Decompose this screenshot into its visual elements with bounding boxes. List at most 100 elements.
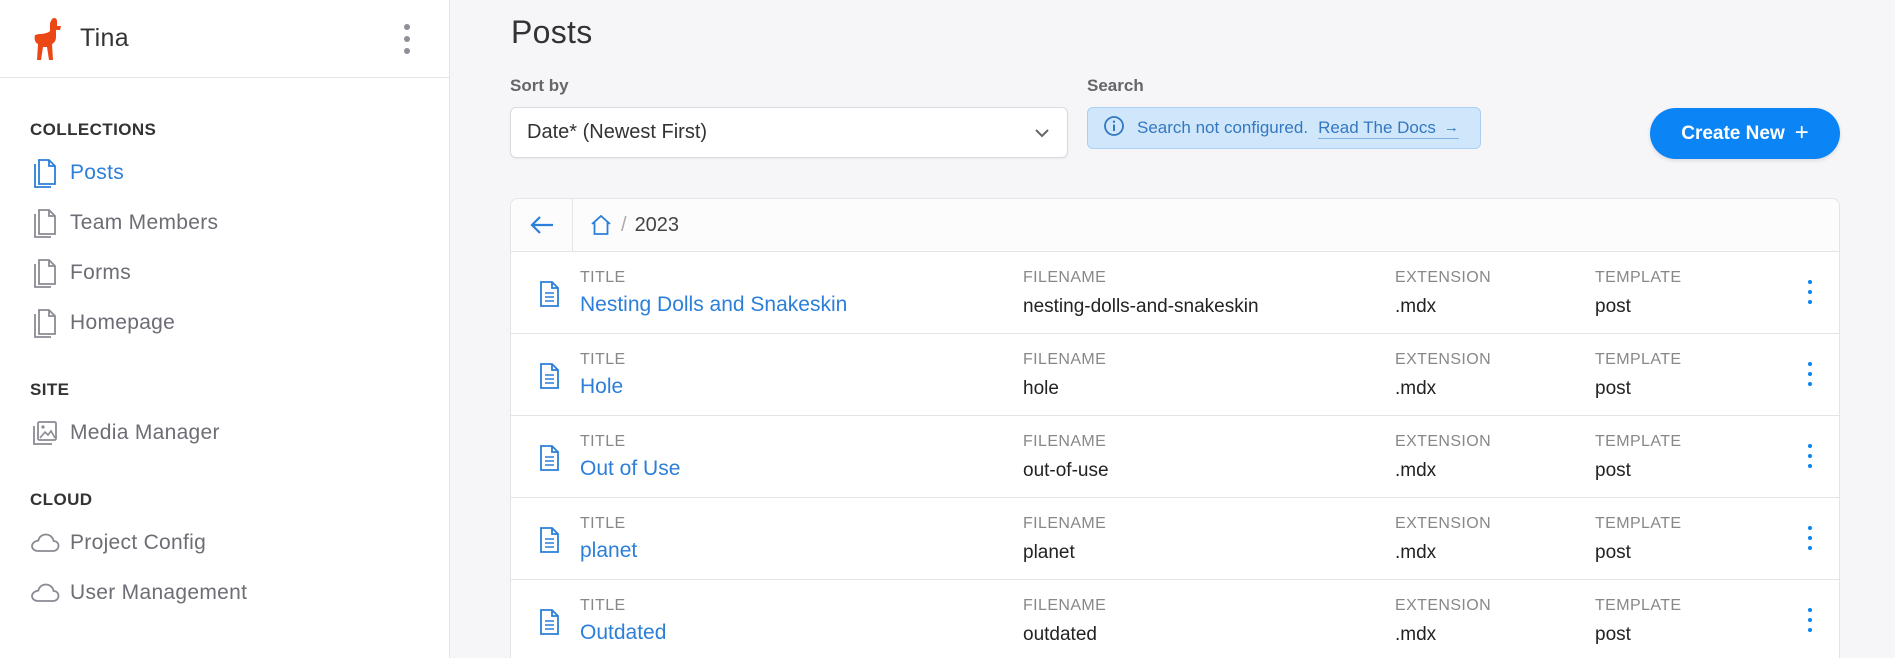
col-filename-header: FILENAME	[1023, 597, 1107, 614]
sidebar-section-collections: COLLECTIONS	[30, 120, 157, 139]
table-row: TITLE Outdated FILENAME outdated EXTENSION…	[511, 580, 1839, 658]
sidebar-item-label: Posts	[70, 161, 125, 184]
row-extension: .mdx	[1395, 460, 1437, 481]
row-menu-icon[interactable]	[1805, 444, 1815, 468]
col-title-header: TITLE	[580, 515, 626, 532]
col-filename-header: FILENAME	[1023, 433, 1107, 450]
page-title: Posts	[511, 14, 593, 50]
read-the-docs-link[interactable]: Read The Docs →	[1318, 118, 1459, 139]
document-text-icon	[537, 280, 561, 313]
row-menu-icon[interactable]	[1805, 280, 1815, 304]
breadcrumb: / 2023	[511, 199, 1839, 252]
sidebar-section-site: SITE	[30, 380, 70, 399]
main-content: Posts Sort by Date* (Newest First) Searc…	[451, 0, 1895, 658]
row-extension: .mdx	[1395, 624, 1437, 645]
sidebar-item-posts[interactable]: Posts	[30, 156, 124, 190]
col-template-header: TEMPLATE	[1595, 597, 1682, 614]
col-title-header: TITLE	[580, 351, 626, 368]
document-table: / 2023 TITLE Nesting Dolls and Snakeskin …	[510, 198, 1840, 658]
row-title-link[interactable]: Nesting Dolls and Snakeskin	[580, 293, 847, 317]
sidebar-item-label: Media Manager	[70, 421, 220, 444]
row-template: post	[1595, 624, 1631, 645]
search-label: Search	[1087, 76, 1144, 95]
col-template-header: TEMPLATE	[1595, 515, 1682, 532]
document-text-icon	[537, 608, 561, 641]
table-row: TITLE Nesting Dolls and Snakeskin FILENAM…	[511, 252, 1839, 334]
chevron-down-icon	[1033, 124, 1051, 147]
col-title-header: TITLE	[580, 433, 626, 450]
sidebar-item-label: Forms	[70, 261, 131, 284]
row-menu-icon[interactable]	[1805, 526, 1815, 550]
sidebar-item-user-management[interactable]: User Management	[30, 576, 247, 610]
col-extension-header: EXTENSION	[1395, 269, 1492, 286]
row-filename: outdated	[1023, 624, 1097, 645]
row-filename: out-of-use	[1023, 460, 1109, 481]
row-filename: nesting-dolls-and-snakeskin	[1023, 296, 1259, 317]
table-row: TITLE Hole FILENAME hole EXTENSION .mdx TEM…	[511, 334, 1839, 416]
row-template: post	[1595, 296, 1631, 317]
row-extension: .mdx	[1395, 296, 1437, 317]
sort-value: Date* (Newest First)	[527, 121, 708, 143]
document-icon	[30, 307, 60, 339]
sidebar-item-homepage[interactable]: Homepage	[30, 306, 175, 340]
app-name: Tina	[80, 24, 129, 52]
sidebar-header: Tina	[0, 0, 449, 78]
tina-llama-logo-icon[interactable]	[30, 17, 68, 61]
row-filename: planet	[1023, 542, 1075, 563]
arrow-right-icon: →	[1443, 119, 1459, 136]
col-extension-header: EXTENSION	[1395, 351, 1492, 368]
search-not-configured-alert: Search not configured. Read The Docs →	[1087, 107, 1481, 149]
sidebar-item-media-manager[interactable]: Media Manager	[30, 416, 220, 450]
home-icon[interactable]	[589, 213, 613, 237]
sidebar-item-label: Project Config	[70, 531, 207, 554]
sidebar-item-project-config[interactable]: Project Config	[30, 526, 206, 560]
sort-select[interactable]: Date* (Newest First)	[510, 107, 1068, 158]
sidebar-item-forms[interactable]: Forms	[30, 256, 131, 290]
sidebar-item-label: User Management	[70, 581, 248, 604]
read-the-docs-label: Read The Docs	[1318, 117, 1436, 137]
row-template: post	[1595, 460, 1631, 481]
row-title-link[interactable]: Outdated	[580, 621, 666, 645]
col-filename-header: FILENAME	[1023, 515, 1107, 532]
sidebar-section-cloud: CLOUD	[30, 490, 93, 509]
row-menu-icon[interactable]	[1805, 362, 1815, 386]
sort-label: Sort by	[510, 76, 569, 95]
col-template-header: TEMPLATE	[1595, 433, 1682, 450]
col-title-header: TITLE	[580, 597, 626, 614]
sidebar-item-label: Team Members	[70, 211, 219, 234]
back-arrow-icon[interactable]	[511, 199, 573, 252]
row-filename: hole	[1023, 378, 1059, 399]
breadcrumb-folder: 2023	[634, 213, 680, 236]
document-text-icon	[537, 444, 561, 477]
col-template-header: TEMPLATE	[1595, 269, 1682, 286]
col-extension-header: EXTENSION	[1395, 433, 1492, 450]
row-extension: .mdx	[1395, 378, 1437, 399]
plus-icon: +	[1794, 118, 1809, 146]
sidebar-item-label: Homepage	[70, 311, 176, 334]
col-extension-header: EXTENSION	[1395, 515, 1492, 532]
col-template-header: TEMPLATE	[1595, 351, 1682, 368]
search-alert-message: Search not configured.	[1137, 118, 1309, 137]
document-icon	[30, 157, 60, 189]
more-options-icon[interactable]	[401, 24, 413, 54]
document-text-icon	[537, 362, 561, 395]
sidebar: Tina COLLECTIONS Posts Team Members Form…	[0, 0, 450, 658]
cloud-icon	[30, 527, 60, 559]
document-text-icon	[537, 526, 561, 559]
sidebar-item-team-members[interactable]: Team Members	[30, 206, 218, 240]
row-title-link[interactable]: Out of Use	[580, 457, 680, 481]
col-filename-header: FILENAME	[1023, 269, 1107, 286]
create-new-button[interactable]: Create New +	[1650, 108, 1840, 159]
document-icon	[30, 207, 60, 239]
row-template: post	[1595, 542, 1631, 563]
row-menu-icon[interactable]	[1805, 608, 1815, 632]
row-title-link[interactable]: Hole	[580, 375, 626, 399]
create-new-label: Create New	[1681, 122, 1785, 144]
breadcrumb-separator: /	[621, 213, 627, 236]
col-title-header: TITLE	[580, 269, 626, 286]
table-row: TITLE planet FILENAME planet EXTENSION .mdx…	[511, 498, 1839, 580]
row-title-link[interactable]: planet	[580, 539, 637, 563]
col-filename-header: FILENAME	[1023, 351, 1107, 368]
cloud-icon	[30, 577, 60, 609]
images-icon	[30, 417, 60, 449]
